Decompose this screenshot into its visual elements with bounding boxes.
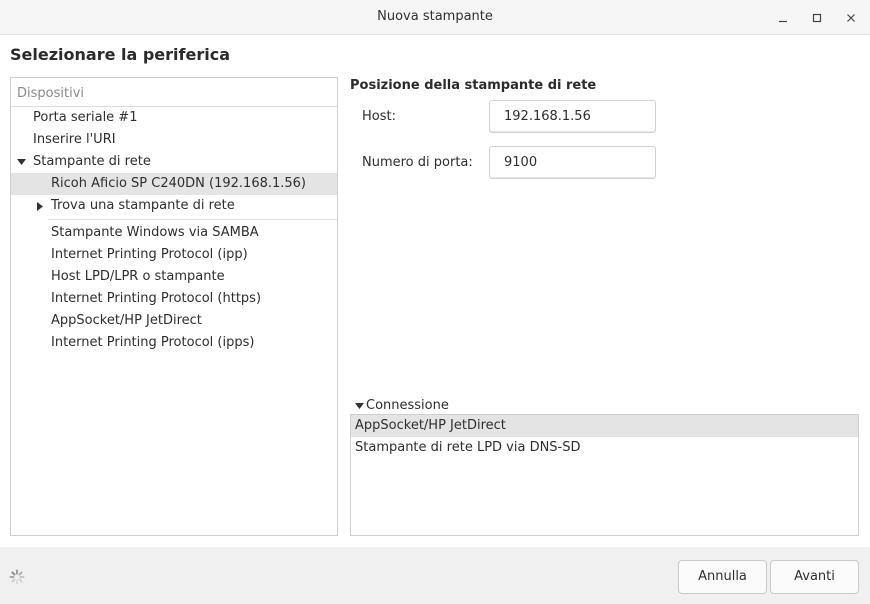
connection-expander[interactable]: Connessione	[353, 398, 449, 414]
device-item-label: Trova una stampante di rete	[51, 198, 235, 213]
chevron-down-icon[interactable]	[15, 151, 27, 173]
devices-column-header[interactable]: Dispositivi	[11, 78, 337, 107]
dialog-footer: Annulla Avanti	[0, 547, 870, 604]
host-input[interactable]: 192.168.1.56	[489, 100, 656, 133]
device-item-https[interactable]: Internet Printing Protocol (https)	[11, 288, 337, 310]
device-item-samba[interactable]: Stampante Windows via SAMBA	[11, 222, 337, 244]
port-label: Numero di porta:	[362, 155, 473, 170]
device-item-label: Host LPD/LPR o stampante	[51, 269, 225, 284]
chevron-down-icon	[353, 398, 365, 414]
close-icon[interactable]	[841, 8, 861, 28]
port-input[interactable]: 9100	[489, 146, 656, 179]
maximize-icon[interactable]	[807, 8, 827, 28]
device-item-enter-uri[interactable]: Inserire l'URI	[11, 129, 337, 151]
spinner-icon	[9, 569, 25, 585]
device-item-label: Inserire l'URI	[33, 132, 116, 147]
device-item-serial-port[interactable]: Porta seriale #1	[11, 107, 337, 129]
connection-list[interactable]: AppSocket/HP JetDirect Stampante di rete…	[350, 414, 859, 536]
device-item-appsocket[interactable]: AppSocket/HP JetDirect	[11, 310, 337, 332]
network-section-title: Posizione della stampante di rete	[350, 78, 597, 93]
page-title: Selezionare la periferica	[10, 45, 230, 64]
device-item-network-printer[interactable]: Stampante di rete	[11, 151, 337, 173]
device-item-label: Ricoh Aficio SP C240DN (192.168.1.56)	[51, 176, 307, 191]
title-bar: Nuova stampante	[0, 0, 870, 35]
window-title: Nuova stampante	[377, 9, 493, 24]
device-item-label: AppSocket/HP JetDirect	[51, 313, 202, 328]
device-item-label: Internet Printing Protocol (ipps)	[51, 335, 255, 350]
device-item-ipp[interactable]: Internet Printing Protocol (ipp)	[11, 244, 337, 266]
minimize-icon[interactable]	[773, 8, 793, 28]
chevron-right-icon[interactable]	[34, 195, 46, 217]
devices-tree[interactable]: Dispositivi Porta seriale #1 Inserire l'…	[10, 77, 338, 536]
connection-item-appsocket[interactable]: AppSocket/HP JetDirect	[351, 415, 858, 437]
connection-item-lpd-dnssd[interactable]: Stampante di rete LPD via DNS-SD	[351, 437, 858, 459]
device-item-ipps[interactable]: Internet Printing Protocol (ipps)	[11, 332, 337, 354]
next-button[interactable]: Avanti	[770, 560, 859, 594]
cancel-button[interactable]: Annulla	[678, 560, 767, 594]
device-item-label: Stampante di rete	[33, 154, 151, 169]
device-item-label: Internet Printing Protocol (https)	[51, 291, 262, 306]
device-item-ricoh[interactable]: Ricoh Aficio SP C240DN (192.168.1.56)	[11, 173, 337, 195]
device-item-lpd[interactable]: Host LPD/LPR o stampante	[11, 266, 337, 288]
tree-separator	[48, 219, 337, 220]
connection-expander-label: Connessione	[366, 398, 449, 413]
device-item-label: Porta seriale #1	[33, 110, 138, 125]
host-label: Host:	[362, 109, 396, 124]
device-item-label: Internet Printing Protocol (ipp)	[51, 247, 248, 262]
device-item-label: Stampante Windows via SAMBA	[51, 225, 259, 240]
device-item-find-network-printer[interactable]: Trova una stampante di rete	[11, 195, 337, 217]
